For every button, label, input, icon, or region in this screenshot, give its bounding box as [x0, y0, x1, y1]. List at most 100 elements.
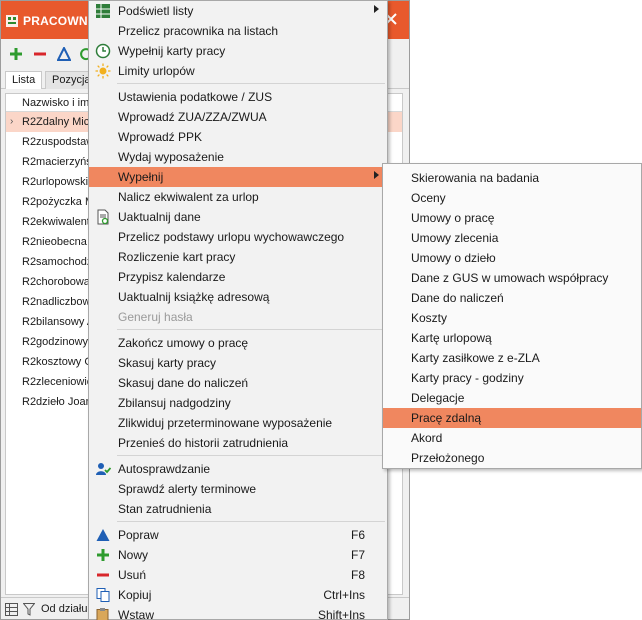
employee-name-cell: R2dzieło Joan	[22, 396, 92, 408]
submenu-item-label: Kartę urlopową	[411, 331, 492, 345]
triangle-edit-icon	[96, 529, 110, 541]
submenu-item-label: Karty pracy - godziny	[411, 371, 524, 385]
menu-item-wydaj-wyposazenie[interactable]: Wydaj wyposażenie	[89, 147, 387, 167]
menu-item-uaktualnij-ksiazke-adresowa[interactable]: Uaktualnij książkę adresową	[89, 287, 387, 307]
menu-separator	[117, 521, 385, 522]
menu-item-wstaw[interactable]: Wstaw Shift+Ins	[89, 605, 387, 620]
clock-check-icon	[95, 43, 111, 59]
menu-item-label: Przelicz pracownika na listach	[118, 24, 279, 38]
menu-item-label: Nalicz ekwiwalent za urlop	[118, 190, 259, 204]
submenu-item-label: Dane do naliczeń	[411, 291, 504, 305]
menu-item-limity-urlopow[interactable]: Limity urlopów	[89, 61, 387, 81]
menu-separator	[117, 329, 385, 330]
minus-icon	[97, 573, 109, 577]
menu-item-label: Ustawienia podatkowe / ZUS	[118, 90, 273, 104]
submenu-item-umowy-o-prace[interactable]: Umowy o pracę	[383, 208, 641, 228]
menu-item-nowy[interactable]: Nowy F7	[89, 545, 387, 565]
menu-item-skasuj-karty-pracy[interactable]: Skasuj karty pracy	[89, 353, 387, 373]
submenu-item-karte-urlopowa[interactable]: Kartę urlopową	[383, 328, 641, 348]
menu-separator	[117, 455, 385, 456]
submenu-item-skierowania-na-badania[interactable]: Skierowania na badania	[383, 168, 641, 188]
menu-item-usun[interactable]: Usuń F8	[89, 565, 387, 585]
employee-name-cell: R2zleceniowie	[22, 376, 93, 388]
menu-item-ustawienia-podatkowe-zus[interactable]: Ustawienia podatkowe / ZUS	[89, 87, 387, 107]
tab-list[interactable]: Lista	[5, 71, 43, 89]
submenu-arrow-icon	[374, 171, 379, 179]
menu-item-zlikwiduj-przeterminowane-wyposazenie[interactable]: Zlikwiduj przeterminowane wyposażenie	[89, 413, 387, 433]
menu-item-przypisz-kalendarze[interactable]: Przypisz kalendarze	[89, 267, 387, 287]
menu-item-wypelnij-karty-pracy[interactable]: Wypełnij karty pracy	[89, 41, 387, 61]
menu-item-label: Limity urlopów	[118, 64, 195, 78]
submenu-item-karty-zasilkowe-z-e-zla[interactable]: Karty zasiłkowe z e-ZLA	[383, 348, 641, 368]
menu-item-wprowadz-ppk[interactable]: Wprowadź PPK	[89, 127, 387, 147]
menu-item-sprawdz-alerty-terminowe[interactable]: Sprawdź alerty terminowe	[89, 479, 387, 499]
employee-name-cell: R2ekwiwalent	[22, 216, 90, 228]
menu-item-shortcut: F8	[350, 568, 365, 582]
menu-item-autosprawdzanie[interactable]: Autosprawdzanie	[89, 459, 387, 479]
menu-item-rozliczenie-kart-pracy[interactable]: Rozliczenie kart pracy	[89, 247, 387, 267]
menu-item-shortcut: F7	[350, 548, 365, 562]
app-icon	[6, 15, 18, 27]
menu-item-label: Podświetl listy	[118, 4, 194, 18]
menu-item-przelicz-pracownika-na-listach[interactable]: Przelicz pracownika na listach	[89, 21, 387, 41]
add-icon[interactable]	[9, 47, 23, 61]
menu-item-zakoncz-umowy-o-prace[interactable]: Zakończ umowy o pracę	[89, 333, 387, 353]
submenu-item-prace-zdalna[interactable]: Pracę zdalną	[383, 408, 641, 428]
menu-item-kopiuj[interactable]: Kopiuj Ctrl+Ins	[89, 585, 387, 605]
submenu-item-dane-do-naliczen[interactable]: Dane do naliczeń	[383, 288, 641, 308]
menu-item-uaktualnij-dane[interactable]: Uaktualnij dane	[89, 207, 387, 227]
menu-item-label: Uaktualnij książkę adresową	[118, 290, 270, 304]
submenu-item-przelozonego[interactable]: Przełożonego	[383, 448, 641, 468]
submenu-item-label: Akord	[411, 431, 443, 445]
employee-name-cell: R2Zdalny Mich	[22, 116, 96, 128]
menu-item-label: Wstaw	[118, 608, 154, 620]
menu-item-stan-zatrudnienia[interactable]: Stan zatrudnienia	[89, 499, 387, 519]
submenu-item-label: Umowy o dzieło	[411, 251, 496, 265]
submenu-item-koszty[interactable]: Koszty	[383, 308, 641, 328]
menu-item-label: Stan zatrudnienia	[118, 502, 212, 516]
submenu-item-delegacje[interactable]: Delegacje	[383, 388, 641, 408]
submenu-item-umowy-zlecenia[interactable]: Umowy zlecenia	[383, 228, 641, 248]
menu-item-generuj-hasla: Generuj hasła	[89, 307, 387, 327]
menu-item-wprowadz-zua-zza-zwua[interactable]: Wprowadź ZUA/ZZA/ZWUA	[89, 107, 387, 127]
menu-item-nalicz-ekwiwalent-za-urlop[interactable]: Nalicz ekwiwalent za urlop	[89, 187, 387, 207]
remove-icon[interactable]	[33, 47, 47, 61]
submenu-item-dane-z-gus-w-umowach-wspolpracy[interactable]: Dane z GUS w umowach współpracy	[383, 268, 641, 288]
menu-item-shortcut: Shift+Ins	[317, 608, 365, 620]
menu-item-shortcut: F6	[350, 528, 365, 542]
menu-item-label: Popraw	[118, 528, 159, 542]
column-header-name: Nazwisko i imię	[22, 97, 98, 109]
fill-submenu: Skierowania na badania Oceny Umowy o pracę…	[382, 163, 642, 469]
menu-item-wypelnij[interactable]: Wypełnij	[89, 167, 387, 187]
submenu-item-label: Dane z GUS w umowach współpracy	[411, 271, 609, 285]
submenu-item-oceny[interactable]: Oceny	[383, 188, 641, 208]
menu-item-zbilansuj-nadgodziny[interactable]: Zbilansuj nadgodziny	[89, 393, 387, 413]
submenu-item-label: Pracę zdalną	[411, 411, 482, 425]
edit-triangle-icon[interactable]	[57, 47, 71, 61]
menu-item-label: Zbilansuj nadgodziny	[118, 396, 231, 410]
menu-item-label: Generuj hasła	[118, 310, 193, 324]
menu-item-podswietl-listy[interactable]: Podświetl listy	[89, 1, 387, 21]
submenu-item-karty-pracy-godziny[interactable]: Karty pracy - godziny	[383, 368, 641, 388]
filter-icon[interactable]	[23, 603, 35, 616]
submenu-item-label: Umowy zlecenia	[411, 231, 499, 245]
menu-item-przelicz-podstawy-urlopu-wychowawczego[interactable]: Przelicz podstawy urlopu wychowawczego	[89, 227, 387, 247]
employee-name-cell: R2macierzyńsk	[22, 156, 98, 168]
menu-item-skasuj-dane-do-naliczen[interactable]: Skasuj dane do naliczeń	[89, 373, 387, 393]
menu-item-label: Wydaj wyposażenie	[118, 150, 224, 164]
menu-item-label: Wprowadź PPK	[118, 130, 203, 144]
menu-item-label: Zlikwiduj przeterminowane wyposażenie	[118, 416, 333, 430]
employee-name-cell: R2nadliczbowy	[22, 296, 96, 308]
submenu-item-umowy-o-dzielo[interactable]: Umowy o dzieło	[383, 248, 641, 268]
menu-item-przenies-do-historii-zatrudnienia[interactable]: Przenieś do historii zatrudnienia	[89, 433, 387, 453]
menu-item-popraw[interactable]: Popraw F6	[89, 525, 387, 545]
menu-item-label: Usuń	[118, 568, 147, 582]
employee-name-cell: R2zuspodstaw	[22, 136, 95, 148]
table-icon[interactable]	[5, 603, 18, 616]
menu-item-label: Nowy	[118, 548, 149, 562]
submenu-item-akord[interactable]: Akord	[383, 428, 641, 448]
submenu-item-label: Oceny	[411, 191, 446, 205]
menu-item-label: Sprawdź alerty terminowe	[118, 482, 257, 496]
employee-name-cell: R2urlopowski	[22, 176, 89, 188]
department-filter-label: Od działu:	[41, 603, 91, 615]
